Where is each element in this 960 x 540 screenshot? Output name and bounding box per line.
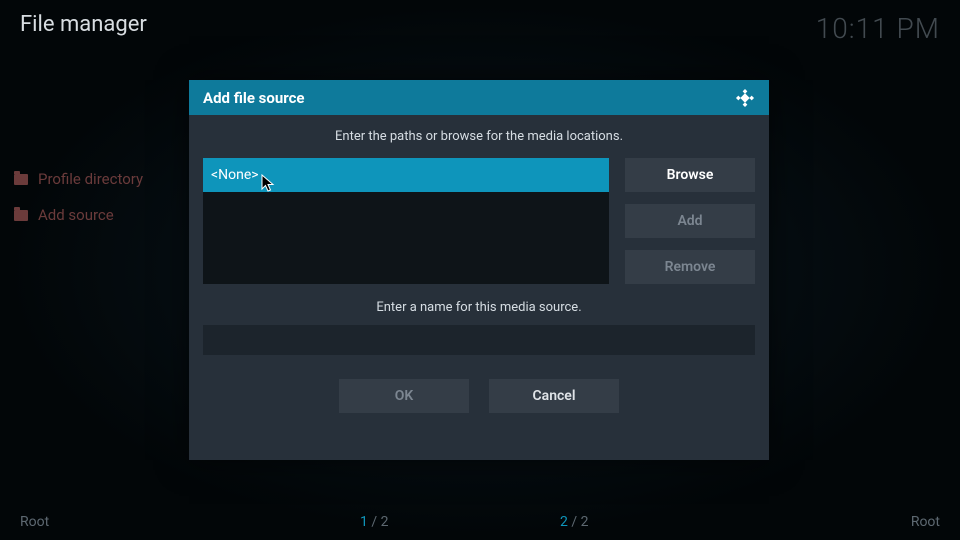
paths-instruction: Enter the paths or browse for the media … (203, 129, 755, 144)
sidebar-item-label: Profile directory (38, 170, 143, 188)
ok-button[interactable]: OK (339, 379, 469, 413)
remove-button[interactable]: Remove (625, 250, 755, 284)
path-entry-selected[interactable]: <None> (203, 158, 609, 192)
cursor-icon (261, 174, 277, 194)
page-indicator-left: 1 / 2 (360, 514, 388, 530)
path-entry-text: <None> (211, 167, 259, 183)
dialog-title: Add file source (203, 89, 304, 107)
page-title: File manager (20, 12, 147, 37)
browse-button[interactable]: Browse (625, 158, 755, 192)
clock: 10:11 PM (816, 12, 940, 45)
sidebar-item-label: Add source (38, 206, 114, 224)
paths-list[interactable]: <None> (203, 158, 609, 284)
add-button[interactable]: Add (625, 204, 755, 238)
root-label-right: Root (911, 514, 940, 530)
file-manager-sidebar: Profile directory Add source (14, 170, 143, 224)
cancel-button[interactable]: Cancel (489, 379, 619, 413)
root-label-left: Root (20, 514, 49, 530)
add-file-source-dialog: Add file source Enter the paths or brows… (189, 80, 769, 460)
source-name-input[interactable] (203, 325, 755, 355)
dialog-header: Add file source (189, 80, 769, 115)
page-indicator-right: 2 / 2 (560, 514, 588, 530)
folder-icon (14, 174, 28, 185)
kodi-logo-icon (735, 88, 755, 108)
sidebar-item-profile-directory[interactable]: Profile directory (14, 170, 143, 188)
folder-icon (14, 210, 28, 221)
status-bar: Root 1 / 2 2 / 2 Root (0, 510, 960, 534)
name-instruction: Enter a name for this media source. (203, 300, 755, 315)
sidebar-item-add-source[interactable]: Add source (14, 206, 143, 224)
